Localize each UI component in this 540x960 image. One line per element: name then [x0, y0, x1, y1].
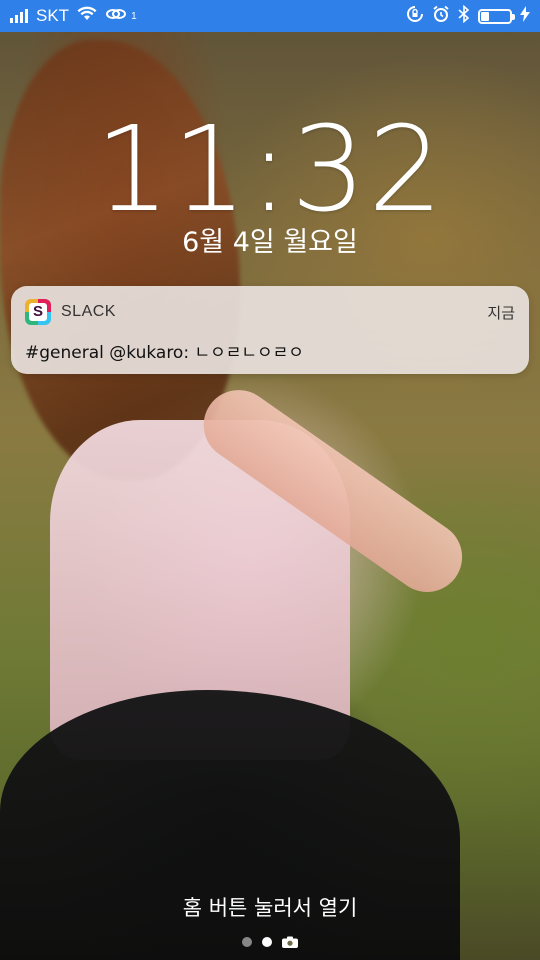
battery-level [481, 11, 489, 21]
charging-bolt-icon [520, 5, 530, 27]
page-dot [242, 937, 252, 947]
notification-message: #general @kukaro: ㄴㅇㄹㄴㅇㄹㅇ [25, 343, 304, 363]
hotspot-link-icon [105, 6, 127, 27]
camera-icon[interactable] [282, 936, 298, 948]
notification-app: S SLACK [25, 299, 116, 325]
wifi-icon [77, 6, 97, 27]
lock-clock: 11:32 [94, 100, 446, 238]
carrier-label: SKT [36, 6, 70, 25]
status-left: SKT 1 [10, 6, 137, 27]
alarm-icon [432, 5, 450, 28]
notification-header: S SLACK 지금 [25, 298, 515, 326]
signal-bars-icon [10, 9, 28, 23]
hotspot-count: 1 [131, 10, 137, 22]
page-indicator [0, 936, 540, 948]
rotation-lock-icon [406, 5, 424, 28]
slack-notification[interactable]: S SLACK 지금 #general @kukaro: ㄴㅇㄹㄴㅇㄹㅇ [11, 286, 529, 374]
lock-screen: SKT 1 11:32 6월 4일 월요일 S SLACK 지금 #genera… [0, 0, 540, 960]
slack-app-icon: S [25, 299, 51, 325]
battery-icon [478, 8, 515, 24]
slack-icon-letter: S [29, 303, 47, 321]
bluetooth-icon [458, 4, 470, 28]
notification-time: 지금 [487, 304, 515, 322]
status-right [406, 4, 530, 28]
page-dot-active [262, 937, 272, 947]
lock-date: 6월 4일 월요일 [182, 227, 358, 258]
notification-app-name: SLACK [61, 303, 116, 320]
unlock-hint: 홈 버튼 눌러서 열기 [182, 896, 358, 920]
status-bar: SKT 1 [0, 0, 540, 32]
